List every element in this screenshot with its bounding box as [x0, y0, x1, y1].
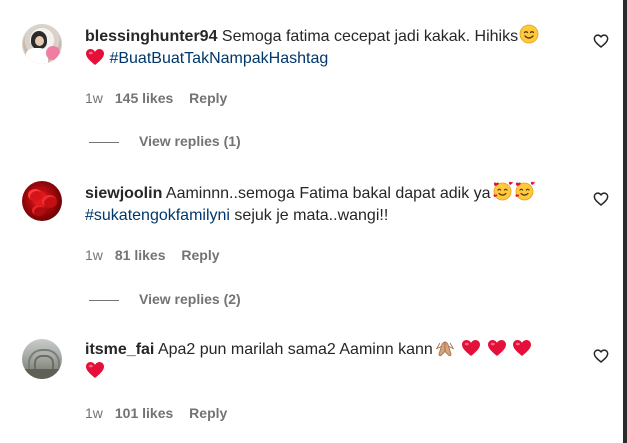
- red-heart-icon: [512, 339, 532, 357]
- comment-text: itsme_fai Apa2 pun marilah sama2 Aaminn …: [85, 339, 573, 383]
- divider-line: [89, 299, 119, 301]
- avatar[interactable]: [22, 339, 62, 379]
- comment-meta: 1w 81 likes Reply: [85, 246, 220, 264]
- reply-button[interactable]: Reply: [189, 89, 227, 107]
- heart-outline-icon[interactable]: [593, 191, 609, 207]
- reply-button[interactable]: Reply: [189, 404, 227, 422]
- view-replies-label: View replies (1): [139, 133, 241, 149]
- comment-likes[interactable]: 81 likes: [115, 246, 166, 264]
- red-heart-icon: [487, 339, 507, 357]
- comment-item: itsme_fai Apa2 pun marilah sama2 Aaminn …: [0, 339, 620, 439]
- comment-hashtag[interactable]: #BuatBuatTakNampakHashtag: [109, 50, 328, 67]
- comment-item: blessinghunter94 Semoga fatima cecepat j…: [0, 24, 620, 154]
- red-heart-icon: [461, 339, 481, 357]
- comment-username[interactable]: itsme_fai: [85, 341, 154, 358]
- window-edge: [623, 0, 627, 443]
- comment-item: siewjoolin Aaminnn..semoga Fatima bakal …: [0, 181, 620, 311]
- comment-meta: 1w 145 likes Reply: [85, 89, 227, 107]
- view-replies-button[interactable]: View replies (2): [89, 290, 241, 308]
- heart-outline-icon[interactable]: [593, 348, 609, 364]
- comment-time[interactable]: 1w: [85, 246, 111, 264]
- folded-hands-icon: [434, 339, 456, 357]
- avatar[interactable]: [22, 181, 62, 221]
- comment-meta: 1w 101 likes Reply: [85, 404, 227, 422]
- comment-body-continued: sejuk je mata..wangi!!: [229, 207, 389, 224]
- smiling-face-icon: [519, 24, 539, 44]
- comment-text: siewjoolin Aaminnn..semoga Fatima bakal …: [85, 181, 573, 227]
- comment-time[interactable]: 1w: [85, 89, 111, 107]
- comment-body: Semoga fatima cecepat jadi kakak. Hihiks: [217, 28, 519, 45]
- comment-hashtag[interactable]: #sukatengokfamilyni: [85, 207, 230, 224]
- comment-body: Aaminnn..semoga Fatima bakal dapat adik …: [162, 185, 491, 202]
- smiling-face-with-hearts-icon: [492, 181, 513, 201]
- red-heart-icon: [85, 48, 105, 66]
- smiling-face-with-hearts-icon: [514, 181, 535, 201]
- comment-time[interactable]: 1w: [85, 404, 111, 422]
- reply-button[interactable]: Reply: [181, 246, 219, 264]
- red-heart-icon: [85, 361, 105, 379]
- view-replies-button[interactable]: View replies (1): [89, 132, 241, 150]
- divider-line: [89, 141, 119, 143]
- comment-likes[interactable]: 145 likes: [115, 89, 173, 107]
- comment-likes[interactable]: 101 likes: [115, 404, 173, 422]
- heart-outline-icon[interactable]: [593, 33, 609, 49]
- comment-username[interactable]: blessinghunter94: [85, 28, 217, 45]
- avatar[interactable]: [22, 24, 62, 64]
- comment-text: blessinghunter94 Semoga fatima cecepat j…: [85, 24, 573, 70]
- comment-body: Apa2 pun marilah sama2 Aaminn kann: [154, 341, 433, 358]
- view-replies-label: View replies (2): [139, 291, 241, 307]
- comment-username[interactable]: siewjoolin: [85, 185, 162, 202]
